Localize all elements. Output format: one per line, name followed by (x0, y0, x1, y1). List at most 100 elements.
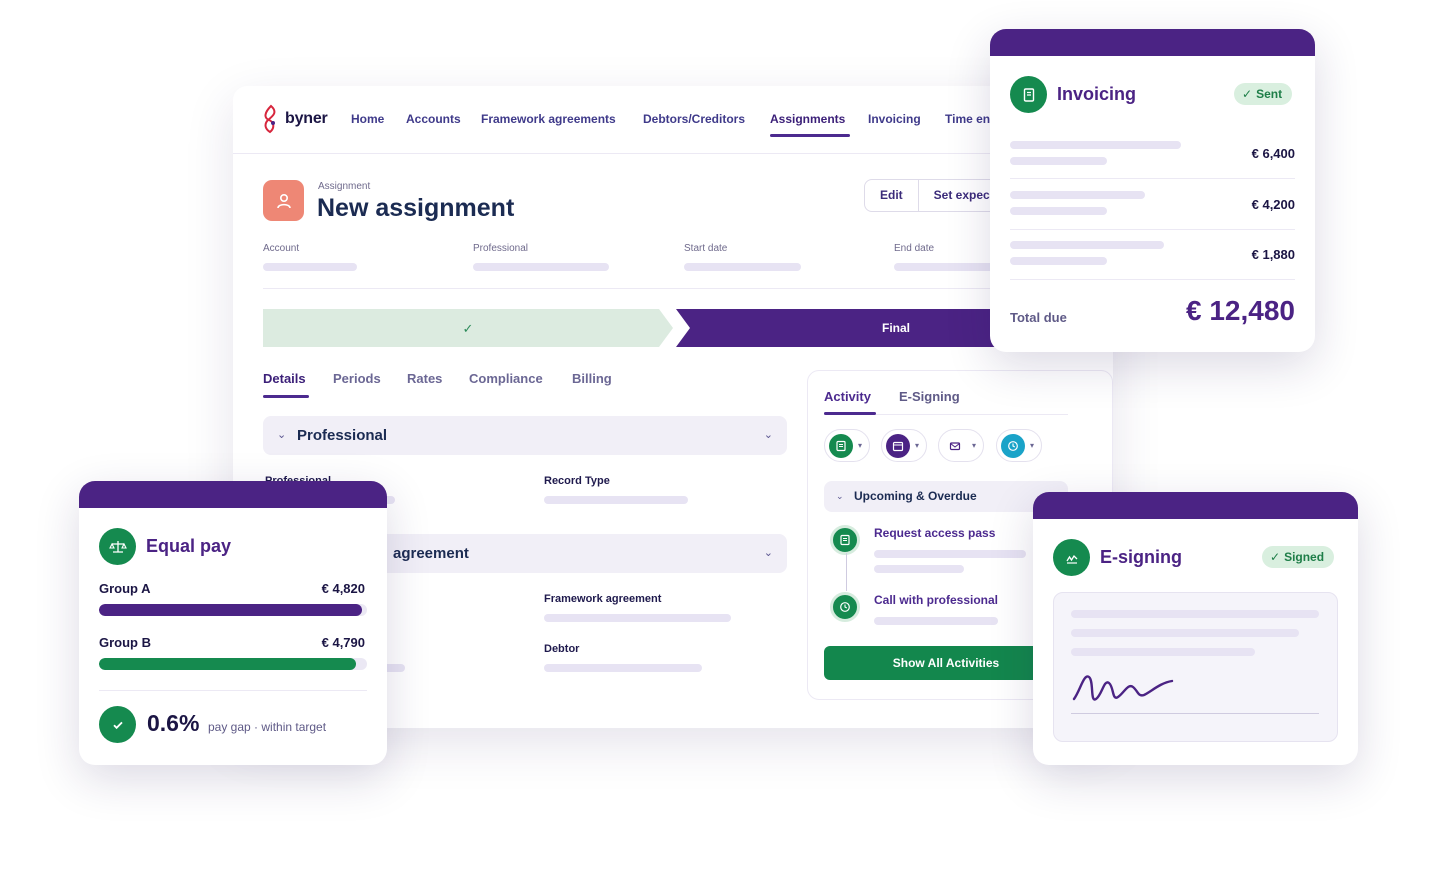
field-framework-agreement-label: Framework agreement (544, 593, 662, 605)
upcoming-overdue-label: Upcoming & Overdue (854, 489, 977, 503)
section-professional-title: Professional (297, 427, 388, 444)
check-icon (99, 706, 136, 743)
equal-pay-title: Equal pay (146, 536, 232, 556)
document-line-placeholder (1071, 648, 1255, 656)
stage-completed[interactable]: ✓ (263, 309, 673, 347)
nav-invoicing[interactable]: Invoicing (868, 112, 921, 126)
check-icon: ✓ (1270, 550, 1281, 564)
document-line-placeholder (1071, 610, 1319, 618)
group-b-bar-fill (99, 658, 357, 670)
chevron-down-icon: ▾ (915, 441, 920, 450)
activity-call-with-professional[interactable]: Call with professional (874, 593, 998, 607)
check-icon: ✓ (1242, 87, 1253, 101)
note-icon (829, 433, 853, 458)
card-header-bar (990, 29, 1315, 56)
logo-text: byner (285, 110, 328, 127)
signed-document-preview[interactable] (1053, 592, 1338, 742)
invoice-line-placeholder (1010, 207, 1107, 215)
field-debtor-value (544, 664, 702, 672)
tab-compliance[interactable]: Compliance (469, 371, 543, 386)
page-title: New assignment (317, 194, 515, 222)
total-due-label: Total due (1010, 310, 1067, 325)
chevron-down-icon: ▾ (858, 441, 863, 450)
invoice-line-placeholder (1010, 157, 1107, 165)
mail-icon (943, 433, 967, 458)
meta-start-date-label: Start date (684, 243, 728, 254)
tab-periods[interactable]: Periods (333, 371, 381, 386)
tab-details[interactable]: Details (263, 371, 306, 386)
edit-button[interactable]: Edit (865, 180, 918, 211)
section-professional[interactable]: ⌄ Professional ⌄ (263, 416, 787, 455)
meta-account-value (263, 263, 357, 271)
invoicing-title: Invoicing (1057, 84, 1137, 104)
sent-badge: ✓ Sent (1234, 83, 1293, 105)
meta-end-date-label: End date (894, 243, 935, 254)
upcoming-overdue-group[interactable]: ⌄ Upcoming & Overdue (824, 481, 1068, 512)
nav-home[interactable]: Home (351, 112, 384, 126)
tab-active-indicator (263, 395, 309, 398)
header-divider (263, 288, 1113, 289)
activity-placeholder (874, 550, 1026, 558)
group-b-bar-track (99, 658, 367, 670)
group-a-value: € 4,820 (321, 581, 365, 596)
meta-professional-value (473, 263, 609, 271)
tab-billing[interactable]: Billing (572, 371, 612, 386)
section-agreement-title: agreement (393, 545, 469, 562)
show-all-activities-button[interactable]: Show All Activities (824, 646, 1068, 680)
activity-placeholder (874, 565, 964, 573)
calendar-icon (886, 433, 910, 458)
user-icon (276, 193, 291, 208)
invoice-line-placeholder (1010, 191, 1145, 199)
chevron-down-icon: ▾ (1030, 441, 1035, 450)
equal-pay-card: Equal pay Group A € 4,820 Group B € 4,79… (79, 481, 387, 765)
field-record-type-label: Record Type (544, 475, 610, 487)
activity-tab-indicator (824, 412, 876, 415)
card-header-bar (79, 481, 387, 508)
nav-accounts[interactable]: Accounts (406, 112, 461, 126)
top-nav: byner Home Accounts Framework agreements… (233, 86, 1113, 154)
meta-end-date-value (894, 263, 994, 271)
nav-active-indicator (770, 134, 850, 137)
timeline-connector (846, 553, 847, 591)
activity-request-access-pass[interactable]: Request access pass (874, 526, 995, 540)
invoice-line-amount: € 6,400 (1251, 146, 1295, 161)
signed-badge-label: Signed (1284, 550, 1325, 564)
total-due-value: € 12,480 (1186, 295, 1295, 326)
pay-gap-value: 0.6% (147, 710, 200, 736)
signature-line (1071, 713, 1319, 714)
sent-badge-label: Sent (1256, 87, 1283, 101)
chevron-down-icon: ⌄ (763, 547, 773, 559)
tab-rates[interactable]: Rates (407, 371, 442, 386)
tab-activity[interactable]: Activity (824, 389, 871, 404)
assignment-avatar (263, 180, 304, 221)
field-framework-agreement-value (544, 614, 731, 622)
clock-icon (830, 592, 860, 622)
clock-icon (1001, 433, 1025, 458)
filter-notes[interactable]: ▾ (824, 429, 871, 462)
tab-e-signing[interactable]: E-Signing (899, 389, 960, 404)
equal-pay-divider (99, 690, 367, 691)
byner-logo[interactable]: byner (261, 104, 328, 134)
nav-debtors-creditors[interactable]: Debtors/Creditors (643, 112, 745, 126)
nav-time-entries[interactable]: Time en (945, 112, 990, 126)
nav-assignments[interactable]: Assignments (770, 112, 845, 126)
field-debtor-label: Debtor (544, 643, 580, 655)
activity-placeholder (874, 617, 998, 625)
group-a-bar-track (99, 604, 367, 616)
invoice-line-placeholder (1010, 241, 1164, 249)
chevron-down-icon: ▾ (972, 441, 977, 450)
logo-mark-icon (264, 104, 276, 134)
filter-clock[interactable]: ▾ (996, 429, 1043, 462)
group-b-label: Group B (99, 635, 151, 650)
filter-calendar[interactable]: ▾ (881, 429, 928, 462)
breadcrumb[interactable]: Assignment (318, 181, 370, 192)
signature-icon (1053, 539, 1090, 576)
signed-badge: ✓ Signed (1262, 546, 1335, 568)
group-a-label: Group A (99, 581, 151, 596)
nav-framework-agreements[interactable]: Framework agreements (481, 112, 616, 126)
invoice-line-placeholder (1010, 257, 1107, 265)
invoice-line-divider (1010, 229, 1295, 230)
invoicing-card: Invoicing ✓ Sent € 6,400 € 4,200 € 1,880 … (990, 29, 1315, 352)
filter-mail[interactable]: ▾ (938, 429, 985, 462)
group-b-value: € 4,790 (321, 635, 365, 650)
